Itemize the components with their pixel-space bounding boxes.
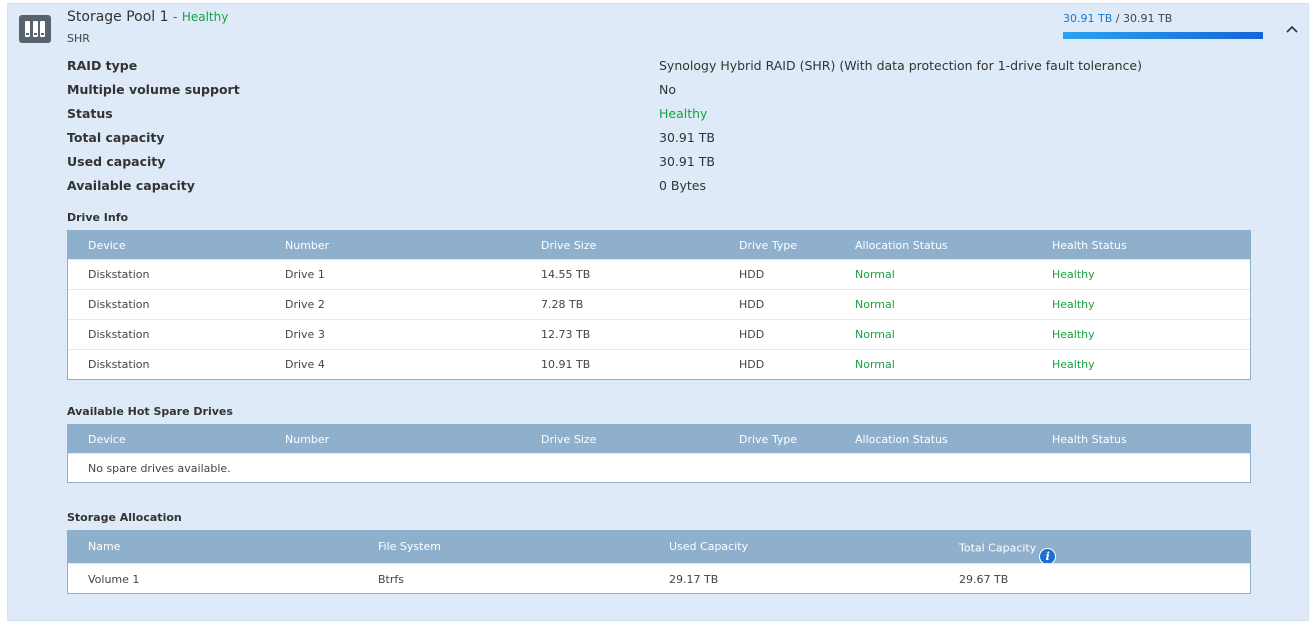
pool-title: Storage Pool 1 - Healthy (67, 9, 228, 25)
cell-health: Healthy (1052, 328, 1095, 341)
cell-device: Diskstation (88, 298, 150, 311)
column-header[interactable]: Number (285, 239, 329, 252)
property-label: Status (67, 106, 113, 121)
property-label: Used capacity (67, 154, 166, 169)
property-value: Synology Hybrid RAID (SHR) (With data pr… (659, 58, 1142, 73)
table-row[interactable]: Diskstation Drive 3 12.73 TB HDD Normal … (68, 319, 1250, 349)
cell-used-capacity: 29.17 TB (669, 573, 719, 586)
column-header[interactable]: File System (378, 540, 441, 553)
cell-number: Drive 1 (285, 268, 325, 281)
cell-type: HDD (739, 328, 765, 341)
cell-filesystem: Btrfs (378, 573, 404, 586)
cell-allocation: Normal (855, 268, 895, 281)
hot-spare-title: Available Hot Spare Drives (67, 405, 233, 418)
storage-allocation-title: Storage Allocation (67, 511, 182, 524)
property-label: Available capacity (67, 178, 195, 193)
column-header[interactable]: Drive Size (541, 239, 596, 252)
property-multiple-volume: Multiple volume support No (67, 80, 1247, 104)
empty-message: No spare drives available. (88, 462, 231, 475)
cell-type: HDD (739, 298, 765, 311)
column-header-total-capacity[interactable]: Total Capacityi (959, 540, 1057, 565)
pool-title-separator: - (173, 10, 178, 24)
chevron-up-icon (1286, 25, 1298, 33)
pool-type: SHR (67, 32, 90, 45)
cell-name: Volume 1 (88, 573, 140, 586)
cell-allocation: Normal (855, 358, 895, 371)
column-header[interactable]: Used Capacity (669, 540, 748, 553)
storage-allocation-table: Name File System Used Capacity Total Cap… (67, 530, 1251, 594)
column-header[interactable]: Drive Type (739, 433, 797, 446)
capacity-summary: 30.91 TB / 30.91 TB (1063, 12, 1172, 25)
cell-size: 14.55 TB (541, 268, 591, 281)
drive-info-title: Drive Info (67, 211, 129, 224)
table-header: Device Number Drive Size Drive Type Allo… (68, 425, 1250, 453)
cell-type: HDD (739, 268, 765, 281)
cell-health: Healthy (1052, 298, 1095, 311)
table-row[interactable]: Diskstation Drive 2 7.28 TB HDD Normal H… (68, 289, 1250, 319)
property-value: 30.91 TB (659, 154, 715, 169)
cell-size: 7.28 TB (541, 298, 584, 311)
cell-device: Diskstation (88, 358, 150, 371)
capacity-total: 30.91 TB (1122, 12, 1173, 25)
table-row[interactable]: Volume 1 Btrfs 29.17 TB 29.67 TB (68, 563, 1250, 593)
cell-number: Drive 2 (285, 298, 325, 311)
cell-size: 10.91 TB (541, 358, 591, 371)
property-total-capacity: Total capacity 30.91 TB (67, 128, 1247, 152)
cell-number: Drive 3 (285, 328, 325, 341)
property-value: 30.91 TB (659, 130, 715, 145)
hot-spare-table: Device Number Drive Size Drive Type Allo… (67, 424, 1251, 483)
property-label: RAID type (67, 58, 138, 73)
cell-device: Diskstation (88, 268, 150, 281)
property-label: Total capacity (67, 130, 165, 145)
column-header[interactable]: Number (285, 433, 329, 446)
column-header[interactable]: Device (88, 239, 126, 252)
property-value: No (659, 82, 676, 97)
table-header: Device Number Drive Size Drive Type Allo… (68, 231, 1250, 259)
property-value: 0 Bytes (659, 178, 707, 193)
column-header[interactable]: Health Status (1052, 433, 1127, 446)
column-header[interactable]: Health Status (1052, 239, 1127, 252)
drive-info-table: Device Number Drive Size Drive Type Allo… (67, 230, 1251, 380)
property-raid-type: RAID type Synology Hybrid RAID (SHR) (Wi… (67, 56, 1247, 80)
capacity-separator: / (1115, 12, 1120, 25)
table-header: Name File System Used Capacity Total Cap… (68, 531, 1250, 565)
storage-pool-icon (19, 15, 51, 43)
capacity-bar (1063, 32, 1263, 39)
capacity-used: 30.91 TB (1063, 12, 1113, 25)
column-header[interactable]: Drive Type (739, 239, 797, 252)
column-header[interactable]: Name (88, 540, 120, 553)
cell-health: Healthy (1052, 268, 1095, 281)
pool-properties: RAID type Synology Hybrid RAID (SHR) (Wi… (67, 56, 1247, 200)
cell-total-capacity: 29.67 TB (959, 573, 1009, 586)
cell-allocation: Normal (855, 298, 895, 311)
column-header[interactable]: Allocation Status (855, 433, 948, 446)
cell-allocation: Normal (855, 328, 895, 341)
cell-device: Diskstation (88, 328, 150, 341)
table-row[interactable]: Diskstation Drive 1 14.55 TB HDD Normal … (68, 259, 1250, 289)
column-header[interactable]: Allocation Status (855, 239, 948, 252)
empty-row: No spare drives available. (68, 453, 1250, 482)
column-header[interactable]: Device (88, 433, 126, 446)
table-row[interactable]: Diskstation Drive 4 10.91 TB HDD Normal … (68, 349, 1250, 379)
cell-number: Drive 4 (285, 358, 325, 371)
property-available-capacity: Available capacity 0 Bytes (67, 176, 1247, 200)
pool-status-badge: Healthy (181, 10, 229, 24)
cell-type: HDD (739, 358, 765, 371)
cell-health: Healthy (1052, 358, 1095, 371)
cell-size: 12.73 TB (541, 328, 591, 341)
collapse-button[interactable] (1283, 20, 1301, 38)
property-status: Status Healthy (67, 104, 1247, 128)
column-header[interactable]: Drive Size (541, 433, 596, 446)
pool-name: Storage Pool 1 (67, 9, 169, 25)
property-value: Healthy (659, 106, 708, 121)
column-header: Total Capacity (959, 541, 1037, 555)
property-used-capacity: Used capacity 30.91 TB (67, 152, 1247, 176)
property-label: Multiple volume support (67, 82, 240, 97)
capacity-bar-fill (1063, 32, 1263, 39)
